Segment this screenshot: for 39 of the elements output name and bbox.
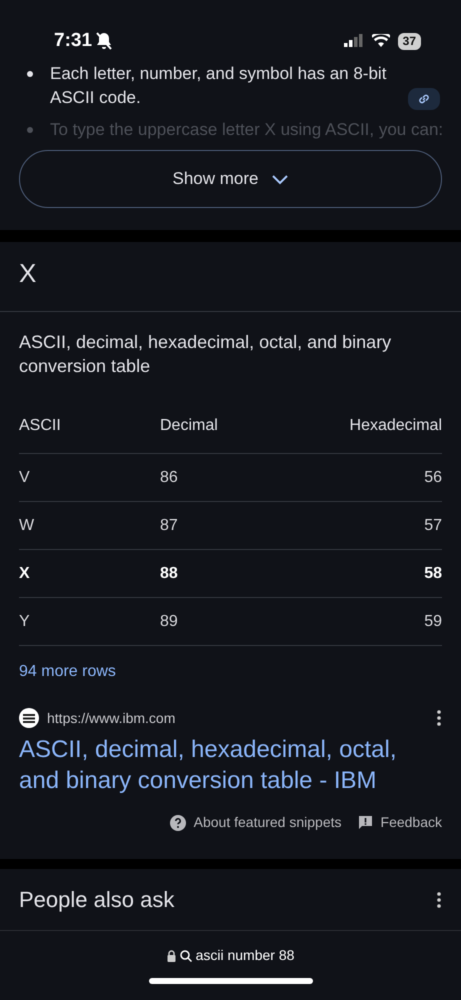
table-cell-text: 58 <box>423 564 442 584</box>
column-header: Decimal <box>160 416 219 436</box>
search-icon <box>180 950 192 962</box>
bullet-icon <box>27 71 33 77</box>
section-heading: People also ask <box>19 886 174 914</box>
result-title-link[interactable]: ASCII, decimal, hexadecimal, octal, and binary conversion table - IBM <box>19 734 442 796</box>
link-chip[interactable] <box>408 88 440 110</box>
status-time: 7:31 <box>54 28 92 53</box>
help-icon <box>170 814 186 830</box>
table-cell-text: 87 <box>160 516 179 536</box>
source-url[interactable]: https://www.ibm.com <box>47 708 176 728</box>
link-icon <box>417 92 431 106</box>
bullet-text: To type the uppercase letter X using ASCII, you can: <box>50 119 444 141</box>
more-options-icon[interactable] <box>436 892 442 908</box>
table-cell-text: 59 <box>423 612 442 632</box>
column-header: Hexadecimal <box>348 416 442 436</box>
table-cell-text: 88 <box>160 564 179 584</box>
column-header: ASCII <box>19 416 62 436</box>
more-rows-link[interactable]: 94 more rows <box>0 646 461 684</box>
table-cell-text: X <box>19 564 31 584</box>
footer-link[interactable]: Feedback <box>380 812 442 833</box>
table-cell-text: 86 <box>160 468 179 488</box>
battery-level: 37 <box>398 32 421 50</box>
show-more-button[interactable]: Show more <box>19 150 442 208</box>
table-cell-text: 56 <box>423 468 442 488</box>
feedback-icon <box>358 815 373 830</box>
table-cell-text: W <box>19 516 36 536</box>
table-cell-text: V <box>19 468 31 488</box>
bullet-text: Each letter, number, and symbol has an 8-bit ASCII code. <box>50 63 388 109</box>
bullet-icon <box>27 127 33 133</box>
site-favicon-icon <box>19 706 39 730</box>
lock-icon <box>166 950 176 962</box>
table-cell-text: Y <box>19 612 31 632</box>
table-cell-text: 89 <box>160 612 179 632</box>
address-query[interactable]: ascii number 88 <box>196 945 294 966</box>
table-caption: ASCII, decimal, hexadecimal, octal, and binary conversion table <box>18 331 392 378</box>
answer-text: X <box>0 242 461 312</box>
table-cell-text: 57 <box>423 516 442 536</box>
footer-link[interactable]: About featured snippets <box>194 812 342 833</box>
